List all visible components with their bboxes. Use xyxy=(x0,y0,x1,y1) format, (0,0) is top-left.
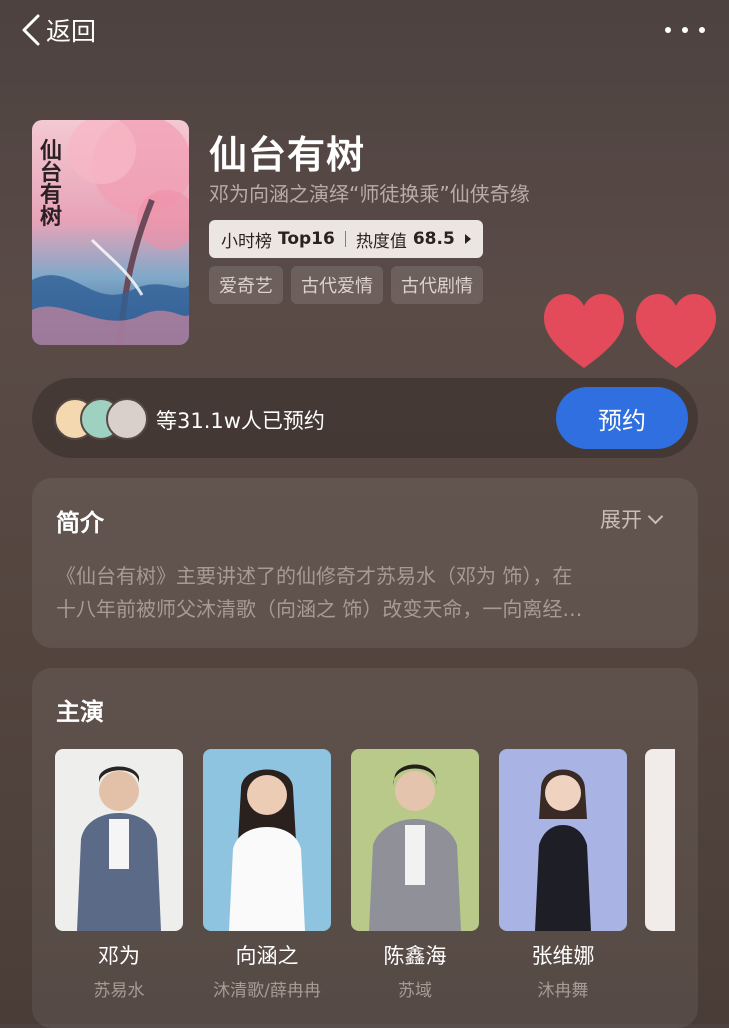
avatar xyxy=(106,398,148,440)
cast-photo xyxy=(351,749,479,931)
hourly-rank-badge[interactable]: 小时榜 Top16 热度值 68.5 xyxy=(209,220,483,258)
cast-name: 张维娜 xyxy=(531,944,595,968)
divider xyxy=(344,231,346,247)
heart-icon xyxy=(544,294,716,368)
expand-label: 展开 xyxy=(600,508,642,532)
cast-role: 苏易水 xyxy=(93,981,145,1001)
cast-name: 向涵之 xyxy=(235,944,299,968)
cast-role: 沐冉舞 xyxy=(537,981,589,1001)
cast-member[interactable] xyxy=(645,749,675,940)
cast-list[interactable]: 邓为 苏易水 向涵之 沐清歌/薛冉冉 陈鑫海 苏域 张维娜 沐冉舞 xyxy=(55,749,675,1009)
reserve-button[interactable]: 预约 xyxy=(556,387,688,449)
intro-title: 简介 xyxy=(56,509,104,537)
poster-calligraphy: 仙台有树 xyxy=(40,138,63,230)
cast-role: 沐清歌/薛冉冉 xyxy=(213,981,321,1001)
intro-description[interactable]: 《仙台有树》主要讲述了的仙修奇才苏易水（邓为 饰），在 十八年前被师父沐清歌（向… xyxy=(56,560,676,626)
expand-button[interactable]: 展开 xyxy=(600,504,664,534)
rank-position: Top16 xyxy=(278,229,335,249)
more-options-icon[interactable] xyxy=(665,20,705,40)
heat-value: 68.5 xyxy=(412,229,455,249)
cast-member[interactable]: 陈鑫海 苏域 xyxy=(351,749,479,1001)
cast-member[interactable]: 张维娜 沐冉舞 xyxy=(499,749,627,1001)
cast-photo xyxy=(55,749,183,931)
caret-right-icon xyxy=(464,234,471,244)
show-subtitle: 邓为向涵之演绎“师徒换乘”仙侠奇缘 xyxy=(209,182,530,206)
back-button[interactable]: 返回 xyxy=(20,12,96,48)
cast-photo xyxy=(499,749,627,931)
intro-line: 《仙台有树》主要讲述了的仙修奇才苏易水（邓为 饰），在 xyxy=(56,564,573,588)
cast-role: 苏域 xyxy=(398,981,432,1001)
back-label: 返回 xyxy=(46,17,97,46)
rank-board: 小时榜 xyxy=(221,231,272,252)
tag-platform[interactable]: 爱奇艺 xyxy=(209,266,283,304)
cast-name: 邓为 xyxy=(98,944,140,968)
reserve-count: 等31.1w人已预约 xyxy=(156,409,325,433)
tag-list: 爱奇艺 古代爱情 古代剧情 xyxy=(209,266,483,304)
intro-line: 十八年前被师父沐清歌（向涵之 饰）改变天命，一向离经… xyxy=(56,597,583,621)
heat-label: 热度值 xyxy=(355,231,407,252)
tag-genre-drama[interactable]: 古代剧情 xyxy=(391,266,483,304)
tag-genre-romance[interactable]: 古代爱情 xyxy=(291,266,383,304)
cast-name: 陈鑫海 xyxy=(383,944,447,968)
reserved-user-avatars xyxy=(54,398,148,440)
cast-member[interactable]: 向涵之 沐清歌/薛冉冉 xyxy=(203,749,331,1001)
cast-photo xyxy=(645,749,675,931)
cast-member[interactable]: 邓为 苏易水 xyxy=(55,749,183,1001)
chevron-down-icon xyxy=(647,508,664,524)
cast-photo xyxy=(203,749,331,931)
cast-title: 主演 xyxy=(56,698,104,726)
chevron-left-icon xyxy=(22,14,40,46)
show-title: 仙台有树 xyxy=(209,133,366,177)
